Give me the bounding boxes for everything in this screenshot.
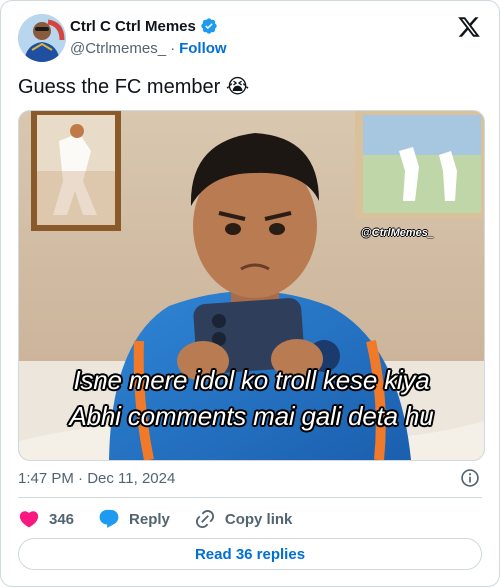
- tweet-body: Guess the FC member: [18, 76, 221, 98]
- divider: [18, 497, 482, 498]
- author-handle[interactable]: @Ctrlmemes_: [70, 40, 166, 57]
- tweet-card: Ctrl C Ctrl Memes @Ctrlmemes_ · Follow G…: [0, 0, 500, 587]
- reply-label: Reply: [129, 510, 170, 528]
- reply-button[interactable]: Reply: [98, 508, 170, 530]
- like-button[interactable]: 346: [18, 508, 74, 530]
- follow-button[interactable]: Follow: [179, 40, 227, 57]
- author-name-row: Ctrl C Ctrl Memes: [70, 17, 218, 35]
- tweet-timestamp[interactable]: 1:47 PM · Dec 11, 2024: [18, 470, 175, 487]
- verified-badge-icon: [201, 18, 217, 34]
- avatar-image: [18, 14, 66, 62]
- reply-bubble-icon: [99, 509, 119, 528]
- link-icon: [195, 509, 214, 529]
- action-bar: 346 Reply Copy link: [18, 508, 292, 530]
- image-watermark: @CtrlMemes_: [360, 227, 434, 239]
- tweet-text: Guess the FC member 😭: [18, 74, 249, 99]
- like-count: 346: [49, 510, 75, 528]
- copy-link-button[interactable]: Copy link: [194, 508, 293, 530]
- x-logo-icon[interactable]: [457, 15, 481, 39]
- crying-emoji: 😭: [225, 76, 250, 98]
- avatar[interactable]: [18, 14, 66, 62]
- read-replies-button[interactable]: Read 36 replies: [18, 538, 482, 570]
- heart-icon: [19, 511, 39, 528]
- info-icon[interactable]: [460, 468, 480, 488]
- copy-link-label: Copy link: [224, 510, 293, 528]
- meme-caption-line-2: Abhi comments mai gali deta hu: [69, 401, 434, 431]
- author-display-name[interactable]: Ctrl C Ctrl Memes: [70, 18, 196, 35]
- tweet-image[interactable]: @CtrlMemes_ Isne mere idol ko troll kese…: [18, 110, 485, 461]
- separator-dot: ·: [170, 40, 176, 57]
- meme-caption-line-1: Isne mere idol ko troll kese kiya: [73, 365, 430, 395]
- author-handle-row: @Ctrlmemes_ · Follow: [70, 40, 227, 57]
